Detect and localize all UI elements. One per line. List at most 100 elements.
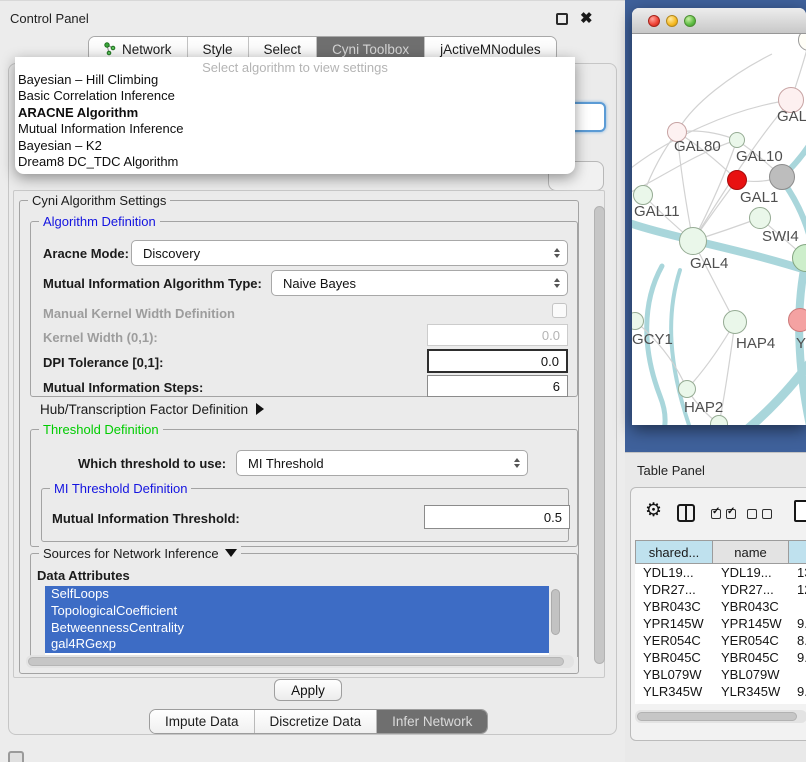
- table-cell: 12: [789, 581, 806, 598]
- attribute-item-gal4rgexp[interactable]: gal4RGexp: [45, 636, 549, 653]
- minimized-panel-icon[interactable]: [8, 751, 24, 762]
- sources-group: Sources for Network Inference Data Attri…: [30, 553, 578, 657]
- network-node[interactable]: [727, 170, 747, 190]
- aracne-mode-label: Aracne Mode:: [43, 246, 129, 261]
- network-node[interactable]: [769, 164, 795, 190]
- document-icon[interactable]: [794, 500, 806, 522]
- mi-threshold-definition-group: MI Threshold Definition Mutual Informati…: [41, 488, 569, 542]
- attribute-item-betweennesscentrality[interactable]: BetweennessCentrality: [45, 620, 549, 637]
- table-cell: YBR045C: [635, 649, 713, 666]
- apply-button[interactable]: Apply: [274, 679, 342, 701]
- algorithm-option-dream8-dc-tdc-algorithm[interactable]: Dream8 DC_TDC Algorithm: [15, 154, 575, 170]
- subtab-infer-network[interactable]: Infer Network: [377, 710, 487, 733]
- table-rows[interactable]: YDL19...YDL19...13YDR27...YDR27...12YBR0…: [635, 564, 806, 704]
- network-node-label: GCY1: [632, 331, 673, 348]
- unchecked-checkbox-icon[interactable]: [747, 509, 757, 519]
- table-hscrollbar[interactable]: [635, 710, 806, 723]
- table-cell: YPR145W: [635, 615, 713, 632]
- which-threshold-select[interactable]: MI Threshold: [236, 450, 528, 476]
- table-row[interactable]: YDR27...YDR27...12: [635, 581, 806, 598]
- panel-title: Control Panel: [10, 11, 89, 26]
- network-window: GALGAL80GAL10GAL1GAL11SWI4GAL4GCY1HAP4YH…: [632, 8, 806, 425]
- column-header-a[interactable]: A: [789, 540, 806, 564]
- close-window-icon[interactable]: [648, 15, 660, 27]
- table-cell: YBL079W: [713, 666, 789, 683]
- close-panel-icon[interactable]: ✖: [580, 9, 593, 27]
- network-node-gal4[interactable]: [679, 227, 707, 255]
- mi-steps-field[interactable]: 6: [427, 375, 568, 397]
- network-node-y[interactable]: [788, 308, 806, 332]
- stepper-icon: [554, 278, 560, 288]
- tab-label: Cyni Toolbox: [332, 42, 409, 57]
- dpi-tolerance-field[interactable]: 0.0: [427, 349, 568, 373]
- table-cell: YIL052C: [635, 700, 713, 704]
- network-window-titlebar[interactable]: [632, 8, 806, 34]
- gear-icon[interactable]: ⚙: [645, 501, 662, 520]
- table-cell: 9.: [789, 615, 806, 632]
- manual-kernel-checkbox[interactable]: [552, 303, 567, 318]
- aracne-mode-select[interactable]: Discovery: [131, 240, 568, 266]
- aracne-mode-value: Discovery: [143, 246, 200, 261]
- group-title: Cyni Algorithm Settings: [28, 193, 170, 208]
- data-attributes-label: Data Attributes: [37, 568, 130, 583]
- attribute-item-selfloops[interactable]: SelfLoops: [45, 586, 549, 603]
- settings-hscrollbar[interactable]: [26, 655, 574, 668]
- algorithm-dropdown: Select algorithm to view settings Bayesi…: [15, 57, 575, 174]
- kernel-width-label: Kernel Width (0,1):: [43, 330, 158, 345]
- checked-checkbox-icon[interactable]: [726, 509, 736, 519]
- table-cell: YDR27...: [635, 581, 713, 598]
- columns-icon[interactable]: [677, 504, 695, 522]
- table-row[interactable]: YIL052CYIL052C0.: [635, 700, 806, 704]
- table-row[interactable]: YBR045CYBR045C9.: [635, 649, 806, 666]
- algorithm-option-bayesian-k2[interactable]: Bayesian – K2: [15, 138, 575, 154]
- hub-section-toggle[interactable]: Hub/Transcription Factor Definition: [40, 401, 264, 419]
- attribute-item-topologicalcoefficient[interactable]: TopologicalCoefficient: [45, 603, 549, 620]
- mi-type-select[interactable]: Naive Bayes: [271, 270, 568, 296]
- network-node-label: SWI4: [762, 228, 799, 245]
- table-row[interactable]: YPR145WYPR145W9.: [635, 615, 806, 632]
- table-row[interactable]: YBR043CYBR043C: [635, 598, 806, 615]
- kernel-width-field: 0.0: [427, 324, 568, 346]
- settings-vscrollbar[interactable]: [594, 206, 605, 664]
- minimize-window-icon[interactable]: [666, 15, 678, 27]
- subtab-discretize-data[interactable]: Discretize Data: [255, 710, 378, 733]
- network-canvas[interactable]: GALGAL80GAL10GAL1GAL11SWI4GAL4GCY1HAP4YH…: [632, 34, 806, 425]
- mi-steps-value: 6: [553, 379, 560, 394]
- checked-checkbox-icon[interactable]: [711, 509, 721, 519]
- table-row[interactable]: YBL079WYBL079W: [635, 666, 806, 683]
- algorithm-option-basic-correlation-inference[interactable]: Basic Correlation Inference: [15, 88, 575, 104]
- table-row[interactable]: YLR345WYLR345W9.: [635, 683, 806, 700]
- table-row[interactable]: YER054CYER054C8.: [635, 632, 806, 649]
- unchecked-checkbox-icon[interactable]: [762, 509, 772, 519]
- tab-label: Select: [264, 42, 302, 57]
- dpi-tolerance-label: DPI Tolerance [0,1]:: [43, 355, 163, 370]
- group-title: MI Threshold Definition: [50, 481, 191, 496]
- network-node-gal1[interactable]: [749, 207, 771, 229]
- network-node-label: GAL: [777, 108, 806, 125]
- network-node-hap4[interactable]: [723, 310, 747, 334]
- network-icon: [104, 42, 117, 56]
- collapsed-arrow-icon: [256, 403, 264, 415]
- algorithm-option-aracne-algorithm[interactable]: ARACNE Algorithm: [15, 105, 575, 121]
- algorithm-option-mutual-information-inference[interactable]: Mutual Information Inference: [15, 121, 575, 137]
- column-header-name[interactable]: name: [713, 540, 789, 564]
- data-attributes-list[interactable]: SelfLoopsTopologicalCoefficientBetweenne…: [45, 586, 549, 658]
- table-cell: YDR27...: [713, 581, 789, 598]
- column-header-shared[interactable]: shared...: [635, 540, 713, 564]
- subtab-impute-data[interactable]: Impute Data: [150, 710, 255, 733]
- dropdown-options: Bayesian – Hill ClimbingBasic Correlatio…: [15, 72, 575, 170]
- zoom-window-icon[interactable]: [684, 15, 696, 27]
- which-threshold-label: Which threshold to use:: [78, 456, 226, 471]
- mi-threshold-field[interactable]: 0.5: [424, 505, 570, 529]
- table-row[interactable]: YDL19...YDL19...13: [635, 564, 806, 581]
- list-scrollbar[interactable]: [551, 589, 560, 635]
- table-cell: YDL19...: [713, 564, 789, 581]
- stepper-icon: [554, 248, 560, 258]
- mi-steps-label: Mutual Information Steps:: [43, 380, 203, 395]
- mi-type-label: Mutual Information Algorithm Type:: [43, 276, 262, 291]
- network-node-hap2[interactable]: [678, 380, 696, 398]
- network-node-gal10[interactable]: [729, 132, 745, 148]
- network-node-gal11[interactable]: [633, 185, 653, 205]
- float-window-icon[interactable]: [556, 13, 568, 25]
- sources-group-toggle[interactable]: Sources for Network Inference: [39, 546, 241, 561]
